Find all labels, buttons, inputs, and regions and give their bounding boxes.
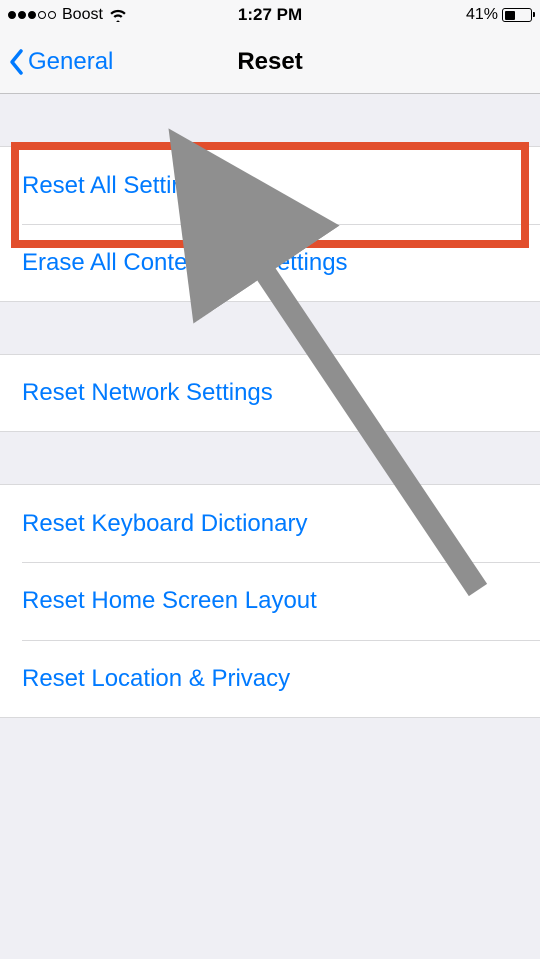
row-label: Reset Location & Privacy — [22, 665, 290, 693]
row-reset-all-settings[interactable]: Reset All Settings — [0, 146, 540, 224]
chevron-left-icon — [8, 48, 24, 76]
status-bar: Boost 1:27 PM 41% — [0, 0, 540, 30]
row-label: Reset Network Settings — [22, 379, 273, 407]
signal-strength-icon — [8, 11, 56, 19]
back-button[interactable]: General — [8, 48, 113, 76]
row-label: Reset Home Screen Layout — [22, 587, 317, 615]
settings-group-3: Reset Keyboard Dictionary Reset Home Scr… — [0, 484, 540, 718]
row-label: Reset Keyboard Dictionary — [22, 510, 307, 538]
row-erase-all-content[interactable]: Erase All Content and Settings — [0, 224, 540, 302]
status-time: 1:27 PM — [238, 5, 302, 25]
page-title: Reset — [237, 48, 302, 76]
row-reset-location-privacy[interactable]: Reset Location & Privacy — [0, 640, 540, 718]
status-right: 41% — [466, 6, 532, 24]
row-reset-keyboard[interactable]: Reset Keyboard Dictionary — [0, 484, 540, 562]
row-reset-network[interactable]: Reset Network Settings — [0, 354, 540, 432]
settings-group-2: Reset Network Settings — [0, 354, 540, 432]
battery-icon — [502, 8, 532, 22]
nav-bar: General Reset — [0, 30, 540, 94]
back-label: General — [28, 48, 113, 76]
status-left: Boost — [8, 6, 127, 24]
battery-percent: 41% — [466, 6, 498, 24]
settings-group-1: Reset All Settings Erase All Content and… — [0, 146, 540, 302]
wifi-icon — [109, 8, 127, 22]
carrier-label: Boost — [62, 6, 103, 24]
row-label: Erase All Content and Settings — [22, 249, 348, 277]
battery-fill — [505, 11, 515, 20]
row-label: Reset All Settings — [22, 172, 210, 200]
row-reset-home-screen[interactable]: Reset Home Screen Layout — [0, 562, 540, 640]
annotation-arrow-icon — [0, 0, 540, 959]
